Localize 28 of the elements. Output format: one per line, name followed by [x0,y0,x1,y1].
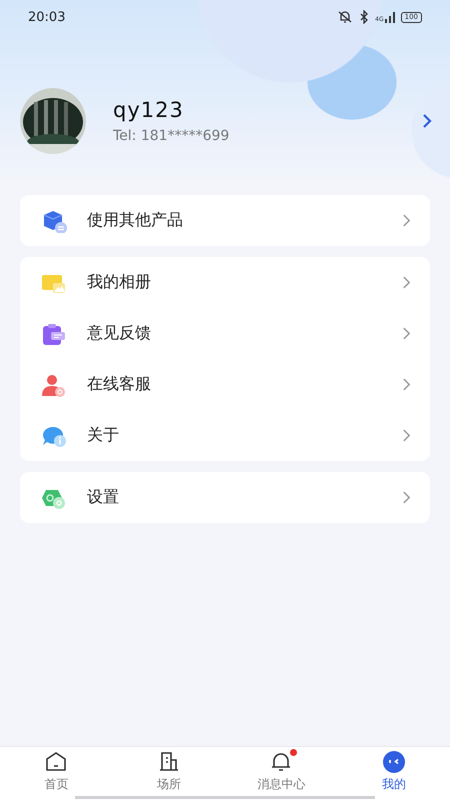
signal-icon [384,11,395,23]
clipboard-icon [41,322,67,346]
menu-item[interactable]: 使用其他产品 [20,195,430,246]
tab-item[interactable]: 首页 [0,750,112,796]
chevron-right-icon [402,326,411,341]
tab-item[interactable]: 我的 [338,750,450,796]
menu-item[interactable]: 意见反馈 [20,308,430,359]
tab-item[interactable]: 消息中心 [225,750,338,796]
chevron-right-icon [402,213,411,228]
chevron-right-icon [402,428,411,443]
tab-item[interactable]: 场所 [112,750,225,796]
chevron-right-icon [402,377,411,392]
menu-item[interactable]: 我的相册 [20,257,430,308]
bluetooth-icon [359,10,370,24]
menu-item[interactable]: 在线客服 [20,359,430,410]
clock-time: 20:03 [28,10,66,24]
cube-icon [41,208,67,232]
chevron-right-icon [402,275,411,290]
house-icon [44,750,68,774]
phone-number: Tel: 181*****699 [113,128,230,144]
chevron-right-icon [422,113,432,129]
menu-item[interactable]: 设置 [20,472,430,523]
mute-bell-icon [337,10,354,24]
menu-item[interactable]: 关于 [20,410,430,461]
chevron-right-icon [402,490,411,505]
person-icon [41,372,67,396]
face-icon [382,750,406,774]
user-name: qy123 [113,98,185,122]
